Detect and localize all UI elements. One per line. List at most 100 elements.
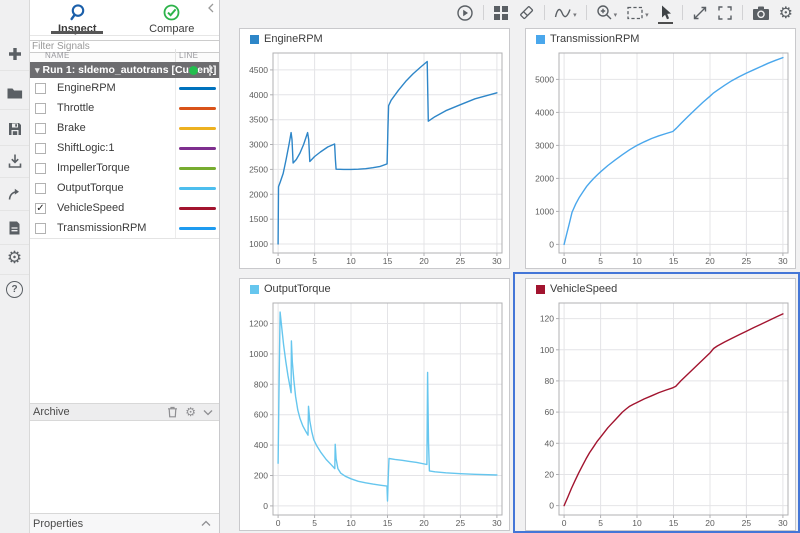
signal-row[interactable]: OutputTorque xyxy=(30,178,219,198)
expand-diagonal-icon[interactable] xyxy=(692,5,708,21)
svg-text:800: 800 xyxy=(254,379,268,389)
filter-signals-box xyxy=(30,36,219,53)
svg-text:20: 20 xyxy=(545,470,555,480)
fullscreen-icon[interactable] xyxy=(717,5,733,21)
signal-checkbox[interactable] xyxy=(35,102,46,114)
run-header-row[interactable]: ▾ Run 1: sldemo_autotrans [Current] xyxy=(30,62,219,78)
tab-inspect[interactable]: Inspect xyxy=(30,0,125,35)
svg-text:10: 10 xyxy=(346,256,356,266)
subplot-vehicle-speed[interactable]: VehicleSpeed 0 5 10 15 20 25 30 0 20 40 60 80 100 120 xyxy=(525,278,796,531)
signal-checkbox[interactable] xyxy=(35,162,46,174)
output-torque-chart[interactable]: 0 5 10 15 20 25 30 0 200 400 600 800 1000 1200 xyxy=(240,299,509,530)
svg-text:20: 20 xyxy=(419,518,429,528)
subplot-transmission-rpm[interactable]: TransmissionRPM 0 5 10 15 20 25 30 0 1000 2000 300… xyxy=(525,28,796,269)
signal-row[interactable]: ShiftLogic:1 xyxy=(30,138,219,158)
svg-text:0: 0 xyxy=(276,256,281,266)
signal-line-swatch[interactable] xyxy=(179,206,216,210)
engine-rpm-chart[interactable]: 0 5 10 15 20 25 30 1000 1500 2000 2500 3000 3500 4000… xyxy=(240,49,509,268)
svg-text:1000: 1000 xyxy=(249,239,268,249)
signal-checkbox[interactable] xyxy=(35,142,46,154)
inspect-magnifier-icon xyxy=(68,3,87,22)
playback-controls-icon[interactable] xyxy=(456,4,474,22)
svg-text:2500: 2500 xyxy=(249,164,268,174)
dropdown-caret-icon: ▾ xyxy=(573,11,577,19)
panel-tabs: Inspect Compare xyxy=(30,0,219,36)
zoom-in-icon[interactable]: ▾ xyxy=(596,4,617,21)
export-icon[interactable] xyxy=(0,177,29,211)
archive-collapse-chevron-icon[interactable] xyxy=(203,409,213,416)
svg-text:40: 40 xyxy=(545,438,555,448)
svg-text:10: 10 xyxy=(346,518,356,528)
svg-text:3000: 3000 xyxy=(535,140,554,150)
settings-gear-icon[interactable]: ⚙ xyxy=(779,3,793,23)
signal-checkbox[interactable] xyxy=(35,182,46,194)
active-tab-underline xyxy=(51,31,104,34)
svg-text:120: 120 xyxy=(540,314,554,324)
snapshot-camera-icon[interactable] xyxy=(752,5,770,21)
signal-line-swatch[interactable] xyxy=(179,146,216,150)
signal-row[interactable]: Brake xyxy=(30,118,219,138)
vehicle-speed-chart[interactable]: 0 5 10 15 20 25 30 0 20 40 60 80 100 120 xyxy=(526,299,795,530)
svg-text:100: 100 xyxy=(540,345,554,355)
svg-text:0: 0 xyxy=(562,256,567,266)
signal-line-swatch[interactable] xyxy=(179,226,216,230)
signal-options-wave-icon[interactable]: ▾ xyxy=(554,5,577,21)
svg-text:15: 15 xyxy=(383,256,393,266)
signal-row[interactable]: ✓ VehicleSpeed xyxy=(30,198,219,218)
svg-text:80: 80 xyxy=(545,376,555,386)
svg-text:0: 0 xyxy=(276,518,281,528)
transmission-rpm-chart[interactable]: 0 5 10 15 20 25 30 0 1000 2000 3000 4000 5000 xyxy=(526,49,795,268)
signal-line-swatch[interactable] xyxy=(179,166,216,170)
run-expand-caret-icon[interactable]: ▾ xyxy=(35,65,40,76)
subplot-engine-rpm[interactable]: EngineRPM 0 5 10 15 20 25 30 1000 1500 2000 2500 30… xyxy=(239,28,510,269)
properties-section-header[interactable]: Properties xyxy=(30,513,219,533)
svg-text:15: 15 xyxy=(383,518,393,528)
signal-table-header: NAME LINE xyxy=(30,49,219,62)
archive-section-header[interactable]: Archive ⚙ xyxy=(30,403,219,421)
subplot-layout-icon[interactable] xyxy=(493,5,509,21)
svg-text:0: 0 xyxy=(562,518,567,528)
archive-trash-icon[interactable] xyxy=(167,406,178,418)
run-menu-kebab-icon[interactable] xyxy=(208,65,211,76)
signal-checkbox[interactable] xyxy=(35,122,46,134)
signal-name: ShiftLogic:1 xyxy=(57,142,115,154)
signal-line-swatch[interactable] xyxy=(179,186,216,190)
svg-text:1000: 1000 xyxy=(535,206,554,216)
svg-text:5: 5 xyxy=(312,518,317,528)
clear-subplots-eraser-icon[interactable] xyxy=(518,4,535,21)
svg-text:15: 15 xyxy=(669,256,679,266)
signal-line-swatch[interactable] xyxy=(179,86,216,90)
signal-row[interactable]: Throttle xyxy=(30,98,219,118)
signal-row[interactable]: EngineRPM xyxy=(30,78,219,98)
signal-row[interactable]: TransmissionRPM xyxy=(30,218,219,238)
svg-text:5: 5 xyxy=(598,256,603,266)
signal-row[interactable]: ImpellerTorque xyxy=(30,158,219,178)
left-toolstrip: ⚙ ? xyxy=(0,0,30,533)
preferences-gear-icon[interactable]: ⚙ xyxy=(0,241,29,275)
save-icon[interactable] xyxy=(0,112,29,146)
collapse-panel-icon[interactable] xyxy=(205,2,217,14)
signal-name: Brake xyxy=(57,122,86,134)
signal-line-swatch[interactable] xyxy=(179,106,216,110)
import-icon[interactable] xyxy=(0,144,29,178)
svg-text:20: 20 xyxy=(705,256,715,266)
signal-checkbox[interactable] xyxy=(35,222,46,234)
svg-text:30: 30 xyxy=(778,256,788,266)
create-report-icon[interactable] xyxy=(0,211,29,245)
run-status-dot xyxy=(189,66,198,75)
svg-text:25: 25 xyxy=(456,256,466,266)
signal-line-swatch[interactable] xyxy=(179,126,216,130)
archive-settings-gear-icon[interactable]: ⚙ xyxy=(185,405,196,419)
svg-text:4500: 4500 xyxy=(249,65,268,75)
signal-checkbox[interactable]: ✓ xyxy=(35,202,46,214)
open-folder-icon[interactable] xyxy=(0,76,29,110)
pointer-tool-icon[interactable] xyxy=(657,4,673,24)
subplot-legend-label: EngineRPM xyxy=(264,33,323,45)
subplot-output-torque[interactable]: OutputTorque 0 5 10 15 20 25 30 0 200 400 600 800 10… xyxy=(239,278,510,531)
fit-to-view-icon[interactable]: ▾ xyxy=(626,5,649,21)
signal-checkbox[interactable] xyxy=(35,82,46,94)
signal-name: TransmissionRPM xyxy=(57,222,147,234)
properties-expand-chevron-icon[interactable] xyxy=(201,520,211,527)
add-icon[interactable] xyxy=(0,37,29,71)
help-icon[interactable]: ? xyxy=(0,272,29,306)
